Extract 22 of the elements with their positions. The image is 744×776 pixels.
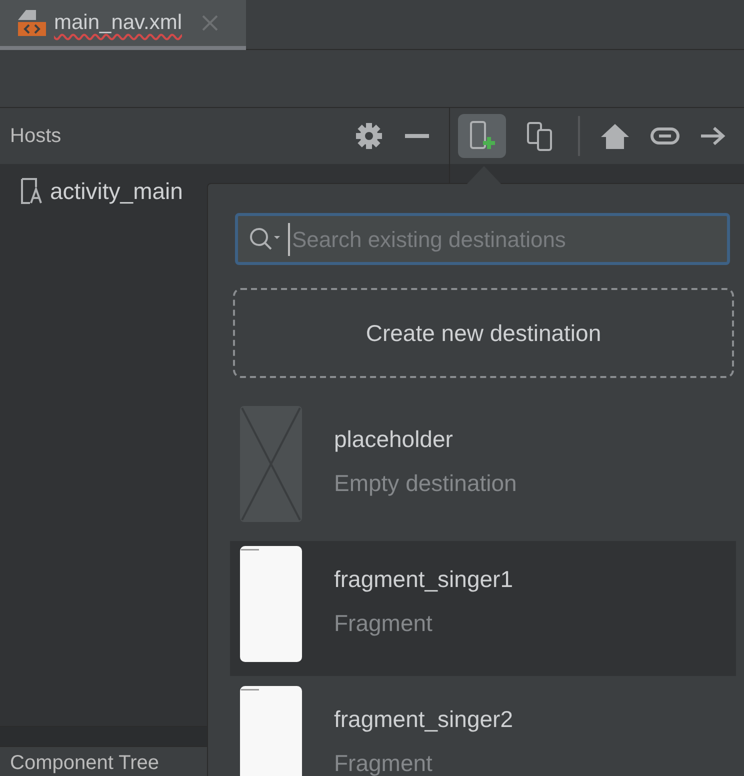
- destination-type: Empty destination: [334, 471, 517, 495]
- host-item[interactable]: activity_main: [50, 174, 183, 208]
- tab-title: main_nav.xml: [54, 10, 182, 36]
- create-destination-button[interactable]: Create new destination: [233, 288, 734, 378]
- layout-file-icon: [20, 177, 44, 206]
- home-icon[interactable]: [600, 123, 630, 149]
- destination-type: Fragment: [334, 751, 434, 775]
- editor-tab[interactable]: main_nav.xml: [0, 0, 246, 50]
- arrow-right-icon[interactable]: [700, 126, 726, 146]
- panel-title: Component Tree: [10, 751, 159, 776]
- new-destination-button[interactable]: [458, 114, 506, 158]
- destination-type: Fragment: [334, 611, 434, 635]
- link-icon[interactable]: [650, 126, 680, 146]
- search-icon: [248, 226, 282, 252]
- destination-name: placeholder: [334, 427, 454, 451]
- panel-title: Hosts: [10, 124, 62, 149]
- settings-icon[interactable]: [355, 122, 383, 150]
- destination-item[interactable]: fragment_singer1 Fragment: [230, 541, 736, 676]
- destination-name: fragment_singer2: [334, 707, 513, 731]
- phone-plus-icon: [468, 120, 496, 152]
- destination-name: fragment_singer1: [334, 567, 513, 591]
- xml-file-icon: [18, 10, 46, 36]
